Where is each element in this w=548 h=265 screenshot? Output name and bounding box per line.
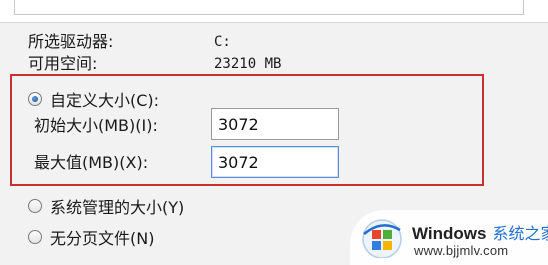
radio-checked-icon[interactable] xyxy=(28,92,42,106)
no-paging-file-label: 无分页文件(N) xyxy=(50,229,155,248)
system-managed-radio[interactable]: 系统管理的大小(Y) xyxy=(28,195,184,217)
available-space-value: 23210 MB xyxy=(214,56,282,72)
radio-unchecked-icon[interactable] xyxy=(28,199,42,213)
watermark-brand: Windows xyxy=(412,224,487,243)
custom-size-label: 自定义大小(C): xyxy=(50,91,160,110)
top-panel-edge xyxy=(0,0,548,23)
watermark-url: www.bjjmlv.com xyxy=(414,243,509,258)
system-managed-label: 系统管理的大小(Y) xyxy=(50,198,185,217)
custom-size-radio[interactable]: 自定义大小(C): xyxy=(28,88,159,110)
initial-size-input[interactable] xyxy=(211,108,339,140)
no-paging-file-radio[interactable]: 无分页文件(N) xyxy=(28,226,154,248)
max-size-label: 最大值(MB)(X): xyxy=(34,153,149,172)
selected-drive-value: C: xyxy=(214,34,231,50)
site-watermark: Windows 系统之家 www.bjjmlv.com xyxy=(350,210,548,265)
radio-unchecked-icon[interactable] xyxy=(28,230,42,244)
watermark-title: Windows 系统之家 xyxy=(412,220,548,244)
max-size-input[interactable] xyxy=(211,146,339,178)
initial-size-label: 初始大小(MB)(I): xyxy=(34,116,158,135)
watermark-site-name: 系统之家 xyxy=(492,224,548,243)
windows-logo-icon xyxy=(362,219,402,258)
drive-list-edge xyxy=(14,0,524,15)
selected-drive-label: 所选驱动器: xyxy=(28,32,114,51)
available-space-label: 可用空间: xyxy=(28,54,98,73)
